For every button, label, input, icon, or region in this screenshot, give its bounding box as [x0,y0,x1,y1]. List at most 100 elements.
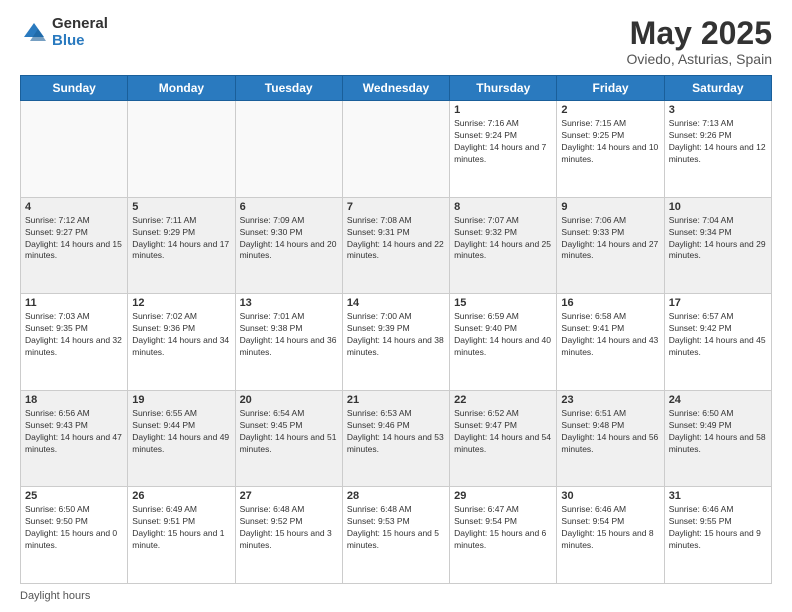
calendar-cell: 14 Sunrise: 7:00 AM Sunset: 9:39 PM Dayli… [342,294,449,391]
cell-text: Sunrise: 7:11 AM Sunset: 9:29 PM Dayligh… [132,215,230,263]
calendar-cell: 29 Sunrise: 6:47 AM Sunset: 9:54 PM Dayli… [450,487,557,584]
calendar-cell [342,101,449,198]
calendar-cell: 9Sunrise: 7:06 AM Sunset: 9:33 PM Daylig… [557,197,664,294]
calendar-cell: 23 Sunrise: 6:51 AM Sunset: 9:48 PM Dayli… [557,390,664,487]
day-number: 10 [669,201,767,213]
cell-text: Sunrise: 6:48 AM Sunset: 9:52 PM Dayligh… [240,504,338,552]
day-number: 6 [240,201,338,213]
cell-text: Sunrise: 6:51 AM Sunset: 9:48 PM Dayligh… [561,408,659,456]
calendar-header-thursday: Thursday [450,76,557,101]
cell-text: Sunrise: 6:46 AM Sunset: 9:55 PM Dayligh… [669,504,767,552]
calendar-table: SundayMondayTuesdayWednesdayThursdayFrid… [20,75,772,584]
day-number: 1 [454,104,552,116]
calendar-cell: 26 Sunrise: 6:49 AM Sunset: 9:51 PM Dayli… [128,487,235,584]
day-number: 4 [25,201,123,213]
cell-text: Sunrise: 7:07 AM Sunset: 9:32 PM Dayligh… [454,215,552,263]
calendar-header-friday: Friday [557,76,664,101]
day-number: 25 [25,490,123,502]
cell-text: Sunrise: 6:47 AM Sunset: 9:54 PM Dayligh… [454,504,552,552]
calendar-week-2: 4 Sunrise: 7:12 AM Sunset: 9:27 PM Daylig… [21,197,772,294]
calendar-cell: 31 Sunrise: 6:46 AM Sunset: 9:55 PM Dayli… [664,487,771,584]
calendar-header-sunday: Sunday [21,76,128,101]
calendar-cell: 13 Sunrise: 7:01 AM Sunset: 9:38 PM Dayli… [235,294,342,391]
cell-text: Sunrise: 7:15 AM Sunset: 9:25 PM Dayligh… [561,118,659,166]
calendar-week-5: 25 Sunrise: 6:50 AM Sunset: 9:50 PM Dayli… [21,487,772,584]
calendar-cell: 28 Sunrise: 6:48 AM Sunset: 9:53 PM Dayli… [342,487,449,584]
calendar-cell: 21Sunrise: 6:53 AM Sunset: 9:46 PM Dayli… [342,390,449,487]
calendar-cell [128,101,235,198]
day-number: 8 [454,201,552,213]
day-number: 16 [561,297,659,309]
cell-text: Sunrise: 6:55 AM Sunset: 9:44 PM Dayligh… [132,408,230,456]
day-number: 26 [132,490,230,502]
calendar-cell: 2 Sunrise: 7:15 AM Sunset: 9:25 PM Daylig… [557,101,664,198]
daylight-label: Daylight hours [20,590,90,602]
calendar-header-monday: Monday [128,76,235,101]
month-year: May 2025 [626,16,772,51]
calendar-cell: 24Sunrise: 6:50 AM Sunset: 9:49 PM Dayli… [664,390,771,487]
calendar-cell: 22 Sunrise: 6:52 AM Sunset: 9:47 PM Dayli… [450,390,557,487]
cell-text: Sunrise: 7:12 AM Sunset: 9:27 PM Dayligh… [25,215,123,263]
cell-text: Sunrise: 6:46 AM Sunset: 9:54 PM Dayligh… [561,504,659,552]
calendar-cell: 11Sunrise: 7:03 AM Sunset: 9:35 PM Dayli… [21,294,128,391]
cell-text: Sunrise: 6:54 AM Sunset: 9:45 PM Dayligh… [240,408,338,456]
cell-text: Sunrise: 7:01 AM Sunset: 9:38 PM Dayligh… [240,311,338,359]
cell-text: Sunrise: 6:56 AM Sunset: 9:43 PM Dayligh… [25,408,123,456]
cell-text: Sunrise: 6:52 AM Sunset: 9:47 PM Dayligh… [454,408,552,456]
calendar-week-3: 11Sunrise: 7:03 AM Sunset: 9:35 PM Dayli… [21,294,772,391]
logo-blue: Blue [52,33,108,50]
cell-text: Sunrise: 6:57 AM Sunset: 9:42 PM Dayligh… [669,311,767,359]
logo-icon [20,19,48,47]
day-number: 13 [240,297,338,309]
day-number: 2 [561,104,659,116]
location: Oviedo, Asturias, Spain [626,51,772,67]
calendar-cell: 5Sunrise: 7:11 AM Sunset: 9:29 PM Daylig… [128,197,235,294]
header: General Blue May 2025 Oviedo, Asturias, … [20,16,772,67]
day-number: 12 [132,297,230,309]
cell-text: Sunrise: 6:59 AM Sunset: 9:40 PM Dayligh… [454,311,552,359]
day-number: 11 [25,297,123,309]
day-number: 28 [347,490,445,502]
calendar-header-tuesday: Tuesday [235,76,342,101]
cell-text: Sunrise: 6:49 AM Sunset: 9:51 PM Dayligh… [132,504,230,552]
calendar-cell: 3 Sunrise: 7:13 AM Sunset: 9:26 PM Daylig… [664,101,771,198]
calendar-cell: 6Sunrise: 7:09 AM Sunset: 9:30 PM Daylig… [235,197,342,294]
calendar-week-1: 1 Sunrise: 7:16 AM Sunset: 9:24 PM Daylig… [21,101,772,198]
day-number: 15 [454,297,552,309]
day-number: 3 [669,104,767,116]
calendar-cell: 17 Sunrise: 6:57 AM Sunset: 9:42 PM Dayli… [664,294,771,391]
calendar-cell: 15 Sunrise: 6:59 AM Sunset: 9:40 PM Dayli… [450,294,557,391]
day-number: 23 [561,394,659,406]
calendar-cell: 25 Sunrise: 6:50 AM Sunset: 9:50 PM Dayli… [21,487,128,584]
day-number: 29 [454,490,552,502]
cell-text: Sunrise: 7:13 AM Sunset: 9:26 PM Dayligh… [669,118,767,166]
calendar-cell: 30 Sunrise: 6:46 AM Sunset: 9:54 PM Dayli… [557,487,664,584]
calendar-cell: 19 Sunrise: 6:55 AM Sunset: 9:44 PM Dayli… [128,390,235,487]
day-number: 14 [347,297,445,309]
cell-text: Sunrise: 6:53 AM Sunset: 9:46 PM Dayligh… [347,408,445,456]
calendar-header-row: SundayMondayTuesdayWednesdayThursdayFrid… [21,76,772,101]
cell-text: Sunrise: 6:50 AM Sunset: 9:50 PM Dayligh… [25,504,123,552]
calendar-cell: 16Sunrise: 6:58 AM Sunset: 9:41 PM Dayli… [557,294,664,391]
cell-text: Sunrise: 7:06 AM Sunset: 9:33 PM Dayligh… [561,215,659,263]
cell-text: Sunrise: 6:48 AM Sunset: 9:53 PM Dayligh… [347,504,445,552]
footer: Daylight hours [20,590,772,602]
logo-general: General [52,16,108,33]
day-number: 24 [669,394,767,406]
logo: General Blue [20,16,108,49]
day-number: 19 [132,394,230,406]
day-number: 27 [240,490,338,502]
day-number: 31 [669,490,767,502]
day-number: 17 [669,297,767,309]
cell-text: Sunrise: 7:00 AM Sunset: 9:39 PM Dayligh… [347,311,445,359]
calendar-header-saturday: Saturday [664,76,771,101]
page: General Blue May 2025 Oviedo, Asturias, … [0,0,792,612]
cell-text: Sunrise: 7:04 AM Sunset: 9:34 PM Dayligh… [669,215,767,263]
day-number: 30 [561,490,659,502]
calendar-header-wednesday: Wednesday [342,76,449,101]
day-number: 18 [25,394,123,406]
cell-text: Sunrise: 7:16 AM Sunset: 9:24 PM Dayligh… [454,118,552,166]
day-number: 20 [240,394,338,406]
calendar-cell: 7Sunrise: 7:08 AM Sunset: 9:31 PM Daylig… [342,197,449,294]
day-number: 22 [454,394,552,406]
